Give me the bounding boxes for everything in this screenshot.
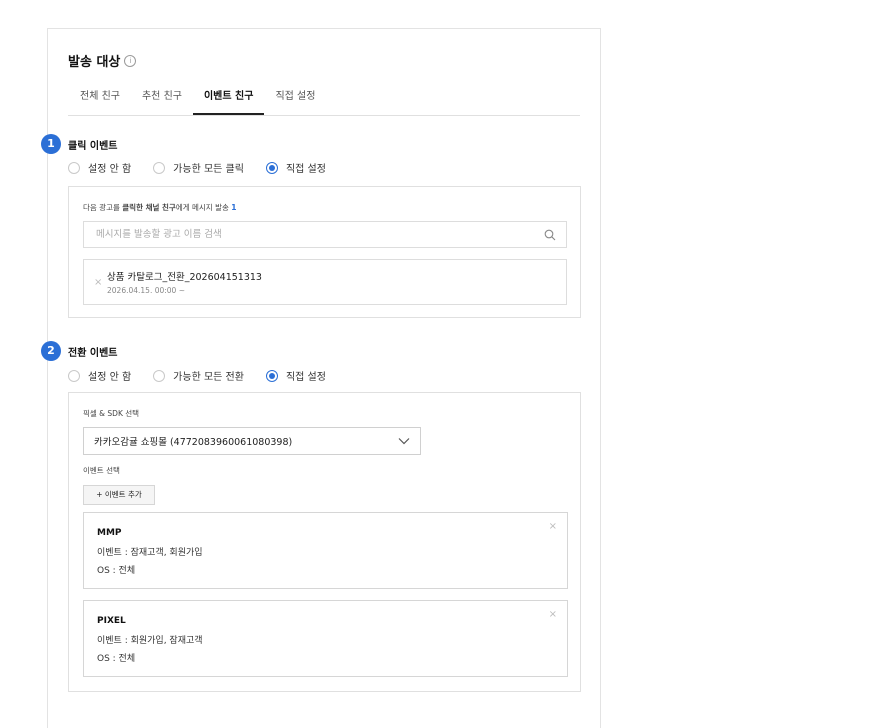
close-icon[interactable]: ×: [549, 609, 557, 620]
radio-icon[interactable]: [153, 369, 166, 382]
radio-label: 가능한 모든 클릭: [173, 164, 244, 175]
step-1-badge: 1: [41, 134, 61, 154]
radio-label: 설정 안 함: [88, 372, 132, 383]
conversion-event-panel: 픽셀 & SDK 선택 카카오감귤 쇼핑몰 (47720839600610803…: [68, 392, 581, 692]
audience-tabs: 전체 친구 추천 친구 이벤트 친구 직접 설정: [68, 83, 580, 116]
pixel-select-value: 카카오감귤 쇼핑몰 (4772083960061080398): [94, 437, 293, 448]
target-audience-card: 발송 대상 i 전체 친구 추천 친구 이벤트 친구 직접 설정 1 클릭 이벤…: [41, 28, 601, 728]
close-icon[interactable]: ×: [549, 521, 557, 532]
click-event-panel: 다음 광고를 클릭한 채널 친구에게 메시지 발송 1 × 상품 카탈로그_전환…: [68, 186, 581, 318]
event-type: MMP: [97, 528, 122, 538]
click-option-none[interactable]: 설정 안 함: [68, 160, 131, 175]
event-list: 이벤트 : 회원가입, 잠재고객: [97, 636, 203, 646]
event-list: 이벤트 : 잠재고객, 회원가입: [97, 548, 203, 558]
event-os: OS : 전체: [97, 654, 136, 664]
click-option-custom[interactable]: 직접 설정: [265, 160, 326, 175]
radio-icon[interactable]: [68, 161, 80, 174]
click-event-title: 클릭 이벤트: [68, 141, 118, 152]
step-2-badge: 2: [41, 341, 61, 361]
selected-count: 1: [231, 203, 237, 212]
click-desc: 다음 광고를 클릭한 채널 친구에게 메시지 발송 1: [83, 202, 237, 213]
add-event-button[interactable]: + 이벤트 추가: [83, 485, 155, 505]
pixel-select[interactable]: 카카오감귤 쇼핑몰 (4772083960061080398): [83, 427, 421, 455]
conversion-option-none[interactable]: 설정 안 함: [68, 368, 131, 383]
selected-ad-name: 상품 카탈로그_전환_202604151313: [107, 272, 262, 283]
desc-suffix: 에게 메시지 발송: [175, 203, 229, 212]
event-type: PIXEL: [97, 616, 126, 626]
remove-icon[interactable]: ×: [94, 277, 102, 288]
page-title: 발송 대상: [68, 55, 121, 70]
tab-event-friends[interactable]: 이벤트 친구: [192, 83, 265, 115]
radio-icon[interactable]: [153, 161, 166, 174]
section-header: 발송 대상 i: [68, 51, 137, 70]
chevron-down-icon: [398, 438, 410, 445]
ad-search-input[interactable]: [94, 228, 518, 241]
info-icon[interactable]: i: [124, 54, 137, 67]
conversion-event-title: 전환 이벤트: [68, 348, 118, 359]
selected-ad-date: 2026.04.15. 00:00 ~: [107, 286, 185, 295]
search-icon[interactable]: [544, 229, 556, 241]
radio-label: 직접 설정: [285, 372, 326, 383]
conversion-option-custom[interactable]: 직접 설정: [265, 368, 326, 383]
event-card-mmp: × MMP 이벤트 : 잠재고객, 회원가입 OS : 전체: [83, 512, 568, 589]
click-option-all[interactable]: 가능한 모든 클릭: [153, 160, 244, 175]
radio-checked-icon[interactable]: [265, 369, 278, 382]
click-event-options: 설정 안 함 가능한 모든 클릭 직접 설정: [68, 160, 348, 175]
pixel-label: 픽셀 & SDK 선택: [83, 409, 140, 418]
radio-checked-icon[interactable]: [265, 161, 278, 174]
selected-ad-item: × 상품 카탈로그_전환_202604151313 2026.04.15. 00…: [83, 259, 567, 305]
ad-search-box: [83, 221, 567, 248]
conversion-option-all[interactable]: 가능한 모든 전환: [153, 368, 244, 383]
radio-label: 직접 설정: [285, 164, 326, 175]
event-card-pixel: × PIXEL 이벤트 : 회원가입, 잠재고객 OS : 전체: [83, 600, 568, 677]
desc-prefix: 다음 광고를: [83, 203, 123, 212]
tab-recommended-friends[interactable]: 추천 친구: [131, 83, 193, 115]
desc-bold: 클릭한 채널 친구: [122, 203, 176, 212]
tab-all-friends[interactable]: 전체 친구: [68, 83, 131, 115]
radio-label: 가능한 모든 전환: [173, 372, 244, 383]
radio-label: 설정 안 함: [88, 164, 132, 175]
conversion-event-options: 설정 안 함 가능한 모든 전환 직접 설정: [68, 368, 348, 383]
tab-custom[interactable]: 직접 설정: [264, 83, 326, 115]
radio-icon[interactable]: [68, 369, 80, 382]
event-select-label: 이벤트 선택: [83, 466, 120, 475]
event-os: OS : 전체: [97, 566, 136, 576]
